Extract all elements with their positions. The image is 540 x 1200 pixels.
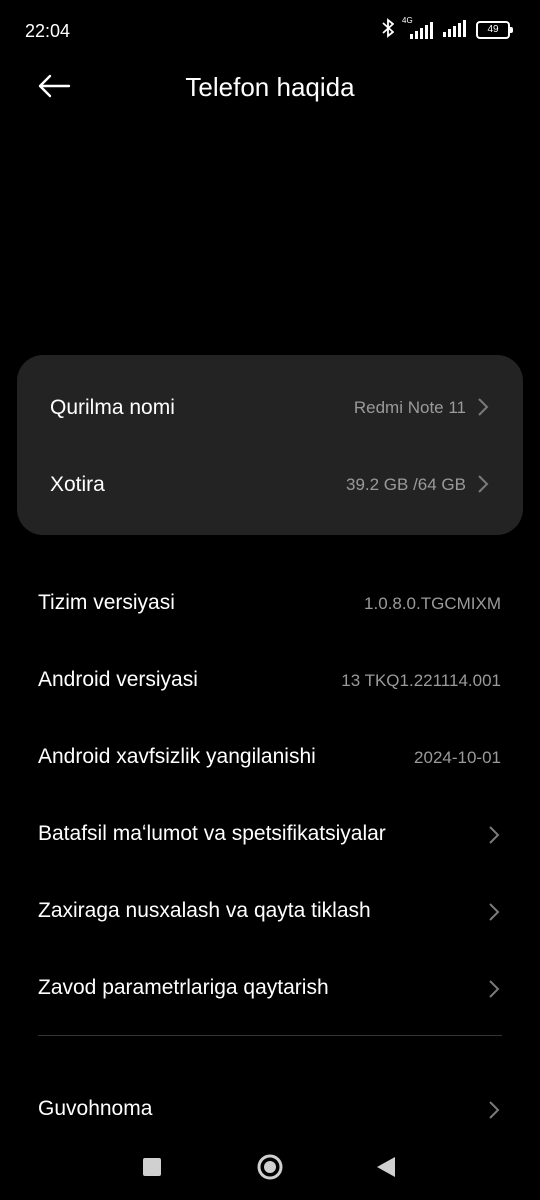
nav-back-button[interactable] <box>374 1153 398 1186</box>
specifications-label: Batafsil maʻlumot va spetsifikatsiyalar <box>38 822 386 845</box>
header: Telefon haqida <box>0 60 540 116</box>
device-card: Qurilma nomi Redmi Note 11 Xotira 39.2 G… <box>17 355 523 535</box>
storage-row[interactable]: Xotira 39.2 GB /64 GB <box>17 446 523 523</box>
status-bar: 22:04 4G 49 <box>0 0 540 60</box>
page-title: Telefon haqida <box>185 72 355 102</box>
network-type-label: 4G <box>402 16 413 25</box>
android-version-value: 13 TKQ1.221114.001 <box>341 671 501 690</box>
factory-reset-row[interactable]: Zavod parametrlariga qaytarish <box>0 952 540 1029</box>
recents-button[interactable] <box>141 1153 163 1186</box>
chevron-right-icon <box>477 474 489 499</box>
chevron-right-icon <box>488 979 500 1004</box>
backup-restore-label: Zaxiraga nusxalash va qayta tiklash <box>38 899 371 922</box>
system-version-value: 1.0.8.0.TGCMIXM <box>364 594 501 613</box>
signal-4g-icon: 4G <box>402 16 434 40</box>
bluetooth-icon <box>382 17 395 43</box>
factory-reset-label: Zavod parametrlariga qaytarish <box>38 976 329 999</box>
certificate-label: Guvohnoma <box>38 1097 153 1120</box>
status-icons: 4G 49 <box>382 16 513 43</box>
system-version-row[interactable]: Tizim versiyasi 1.0.8.0.TGCMIXM <box>0 567 540 644</box>
android-version-row[interactable]: Android versiyasi 13 TKQ1.221114.001 <box>0 644 540 721</box>
battery-icon: 49 <box>476 21 513 39</box>
device-name-label: Qurilma nomi <box>50 395 175 419</box>
chevron-right-icon <box>477 397 489 422</box>
security-update-label: Android xavfsizlik yangilanishi <box>38 745 316 768</box>
status-time: 22:04 <box>25 21 71 41</box>
chevron-right-icon <box>488 1100 500 1125</box>
device-name-value: Redmi Note 11 <box>353 397 466 417</box>
android-version-label: Android versiyasi <box>38 668 198 691</box>
home-circle-icon <box>255 1154 285 1187</box>
home-button[interactable] <box>255 1153 285 1188</box>
certificate-row[interactable]: Guvohnoma <box>0 1073 540 1150</box>
storage-label: Xotira <box>50 472 105 496</box>
security-update-value: 2024-10-01 <box>414 748 501 767</box>
navigation-bar <box>0 1140 540 1200</box>
back-triangle-icon <box>374 1157 398 1185</box>
signal-icon <box>442 18 468 43</box>
section-divider <box>38 1035 502 1036</box>
chevron-right-icon <box>488 825 500 850</box>
backup-restore-row[interactable]: Zaxiraga nusxalash va qayta tiklash <box>0 875 540 952</box>
recents-square-icon <box>141 1158 163 1185</box>
system-version-label: Tizim versiyasi <box>38 591 175 614</box>
chevron-right-icon <box>488 902 500 927</box>
storage-value: 39.2 GB /64 GB <box>345 474 466 494</box>
device-name-row[interactable]: Qurilma nomi Redmi Note 11 <box>17 369 523 446</box>
specifications-row[interactable]: Batafsil maʻlumot va spetsifikatsiyalar <box>0 798 540 875</box>
security-update-row[interactable]: Android xavfsizlik yangilanishi 2024-10-… <box>0 721 540 798</box>
